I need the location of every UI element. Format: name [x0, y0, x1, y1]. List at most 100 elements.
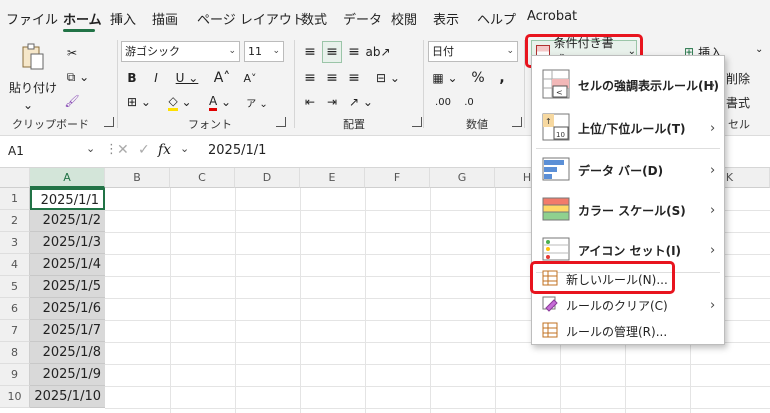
increase-indent-icon[interactable]: ⇥ — [322, 91, 342, 113]
row-header[interactable]: 10 — [0, 386, 30, 408]
phonetic-icon[interactable]: ア ⌄ — [242, 91, 272, 113]
column-header[interactable]: F — [365, 168, 430, 188]
tab-view[interactable]: 表示 — [433, 9, 459, 28]
borders-icon[interactable]: ⊞ ⌄ — [122, 91, 156, 113]
function-dropdown-icon[interactable]: ⌄ — [180, 142, 189, 155]
select-all-corner[interactable] — [0, 168, 30, 188]
format-painter-icon[interactable]: 🖌 — [62, 90, 82, 112]
tab-draw[interactable]: 描画 — [152, 9, 178, 28]
italic-icon[interactable]: I — [146, 67, 166, 89]
menu-item-color-scales[interactable]: カラー スケール(S) › — [532, 190, 724, 230]
row-header[interactable]: 8 — [0, 342, 30, 364]
format-cells-button[interactable]: 書式 — [726, 91, 766, 113]
menu-item-manage-rules[interactable]: ルールの管理(R)... — [532, 318, 724, 344]
fill-color-icon[interactable]: ◇ ⌄ — [162, 91, 198, 113]
row-header[interactable]: 7 — [0, 320, 30, 342]
tab-help[interactable]: ヘルプ — [477, 9, 516, 28]
column-header[interactable]: B — [105, 168, 170, 188]
paste-dropdown-icon[interactable]: ⌄ — [20, 94, 36, 116]
cancel-icon[interactable]: ✕ — [117, 142, 129, 158]
clipboard-launcher-icon[interactable] — [104, 117, 114, 127]
alignment-launcher-icon[interactable] — [412, 117, 422, 127]
chevron-down-icon: ⌄ — [506, 46, 514, 56]
column-header[interactable]: A — [30, 168, 105, 188]
menu-item-top-bottom-rules[interactable]: ↑ 10 上位/下位ルール(T) › — [532, 108, 724, 148]
menu-item-clear-rules[interactable]: ルールのクリア(C) › — [532, 292, 724, 318]
tab-file[interactable]: ファイル — [6, 9, 58, 28]
row-header[interactable]: 4 — [0, 254, 30, 276]
table-cell[interactable]: 2025/1/5 — [30, 276, 105, 298]
tab-home[interactable]: ホーム — [63, 9, 102, 28]
align-top-icon[interactable]: ≡ — [300, 41, 320, 63]
alignment-group-label: 配置 — [343, 118, 365, 131]
tab-insert[interactable]: 挿入 — [110, 9, 136, 28]
decrease-indent-icon[interactable]: ⇤ — [300, 91, 320, 113]
highlight-box — [530, 261, 675, 294]
table-cell[interactable]: 2025/1/9 — [30, 364, 105, 386]
cell-a1[interactable]: 2025/1/1 — [30, 188, 105, 210]
chevron-down-icon[interactable]: ⌄ — [755, 44, 763, 55]
group-divider — [117, 40, 118, 128]
font-name-combo[interactable]: 游ゴシック ⌄ — [121, 41, 240, 62]
align-bottom-icon[interactable]: ≡ — [344, 41, 364, 63]
row-header[interactable]: 3 — [0, 232, 30, 254]
row-header[interactable]: 1 — [0, 188, 30, 210]
table-cell[interactable]: 2025/1/7 — [30, 320, 105, 342]
insert-function-icon[interactable]: fx — [158, 142, 171, 158]
comma-style-icon[interactable]: , — [492, 67, 512, 89]
number-format-combo[interactable]: 日付 ⌄ — [428, 41, 518, 62]
tab-review[interactable]: 校閲 — [391, 9, 417, 28]
conditional-formatting-menu: < セルの強調表示ルール(H) › ↑ 10 上位/下位ルール(T) › データ … — [531, 55, 725, 345]
percent-icon[interactable]: % — [468, 67, 488, 89]
font-group-label: フォント — [188, 118, 232, 131]
tab-data[interactable]: データ — [343, 9, 382, 28]
font-color-icon[interactable]: A ⌄ — [202, 91, 238, 113]
increase-decimal-icon[interactable]: .00 — [432, 91, 454, 113]
table-cell[interactable]: 2025/1/8 — [30, 342, 105, 364]
name-box-dropdown-icon[interactable]: ⌄ — [86, 142, 95, 155]
table-cell[interactable]: 2025/1/4 — [30, 254, 105, 276]
color-scales-icon — [542, 197, 570, 224]
paste-icon[interactable] — [18, 42, 48, 72]
cut-icon[interactable]: ✂ — [62, 42, 82, 64]
name-box[interactable]: A1 — [8, 144, 24, 158]
enter-icon[interactable]: ✓ — [138, 142, 150, 158]
column-header[interactable]: D — [235, 168, 300, 188]
table-cell[interactable]: 2025/1/3 — [30, 232, 105, 254]
copy-icon[interactable]: ⧉ ⌄ — [62, 66, 94, 88]
accounting-format-icon[interactable]: ▦ ⌄ — [430, 67, 460, 89]
text-orientation-icon[interactable]: ab↗ — [365, 41, 390, 63]
bold-icon[interactable]: B — [122, 67, 142, 89]
delete-cells-button[interactable]: 削除 — [726, 67, 766, 89]
merge-center-icon[interactable]: ⊟ ⌄ — [368, 67, 408, 89]
column-header[interactable]: E — [300, 168, 365, 188]
row-header[interactable]: 9 — [0, 364, 30, 386]
number-launcher-icon[interactable] — [512, 117, 522, 127]
menu-item-data-bars[interactable]: データ バー(D) › — [532, 150, 724, 190]
decrease-decimal-icon[interactable]: .0 — [458, 91, 480, 113]
row-header[interactable]: 6 — [0, 298, 30, 320]
font-size-combo[interactable]: 11 ⌄ — [244, 41, 284, 62]
shrink-font-icon[interactable]: A˅ — [238, 67, 262, 89]
table-cell[interactable]: 2025/1/6 — [30, 298, 105, 320]
row-header[interactable]: 2 — [0, 210, 30, 232]
orientation-icon[interactable]: ↗ ⌄ — [344, 91, 378, 113]
table-cell[interactable]: 2025/1/10 — [30, 386, 105, 408]
tab-formulas[interactable]: 数式 — [301, 9, 327, 28]
column-header[interactable]: C — [170, 168, 235, 188]
tab-page-layout[interactable]: ページ レイアウト — [197, 9, 305, 28]
align-left-icon[interactable]: ≡ — [300, 67, 320, 89]
align-middle-icon[interactable]: ≡ — [322, 41, 342, 63]
row-header[interactable]: 5 — [0, 276, 30, 298]
menu-item-highlight-cells-rules[interactable]: < セルの強調表示ルール(H) › — [532, 62, 724, 108]
column-header[interactable]: G — [430, 168, 495, 188]
tab-acrobat[interactable]: Acrobat — [527, 9, 577, 24]
font-launcher-icon[interactable] — [276, 117, 286, 127]
menu-item-label: アイコン セット(I) — [578, 243, 682, 258]
grow-font-icon[interactable]: A˄ — [210, 67, 234, 89]
table-cell[interactable]: 2025/1/2 — [30, 210, 105, 232]
underline-icon[interactable]: U ⌄ — [170, 67, 204, 89]
formula-input[interactable]: 2025/1/1 — [208, 143, 266, 158]
align-right-icon[interactable]: ≡ — [344, 67, 364, 89]
align-center-icon[interactable]: ≡ — [322, 67, 342, 89]
